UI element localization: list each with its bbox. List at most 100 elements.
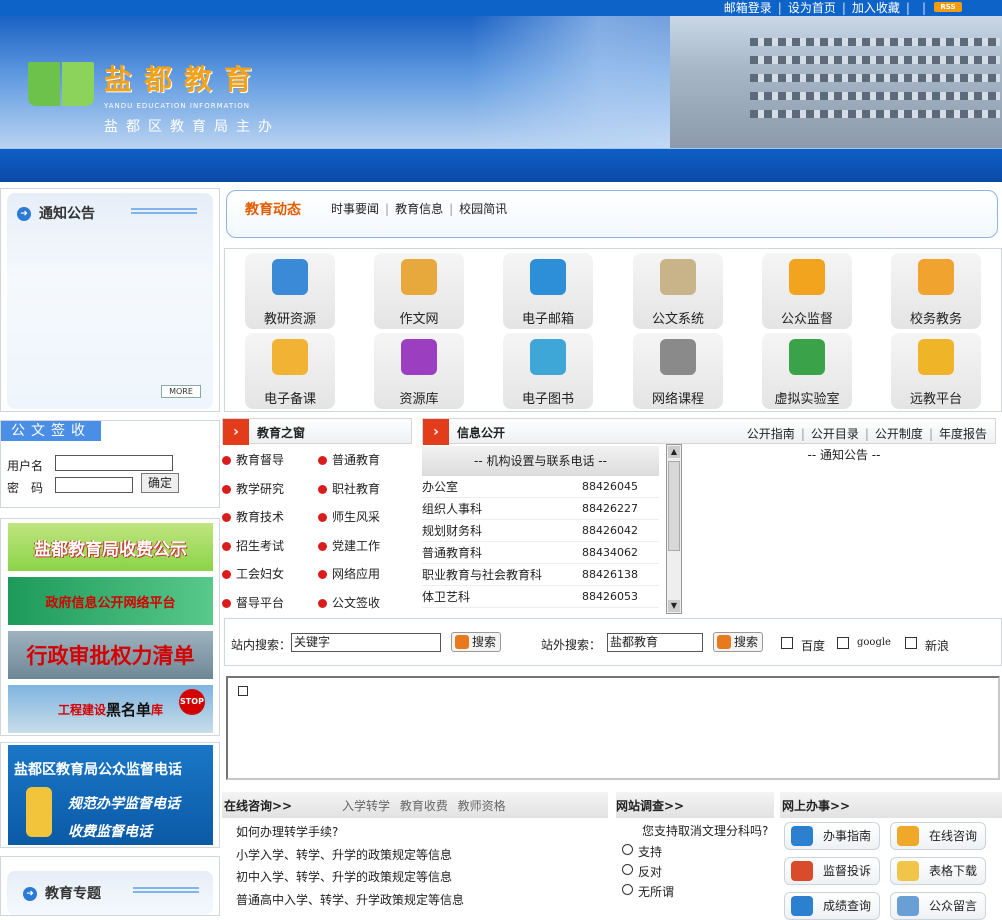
grid-item-0[interactable]: 教研资源 (245, 253, 335, 329)
online-consult-title[interactable]: 在线咨询>> (224, 797, 292, 814)
link-catalog[interactable]: 公开目录 (811, 427, 859, 441)
affairs-button-5[interactable]: 公众留言 (890, 892, 986, 920)
fee-banner[interactable]: 盐都教育局收费公示 (8, 523, 213, 571)
grid-item-11[interactable]: 远教平台 (891, 333, 981, 409)
info-disclosure-title: 信息公开 (457, 426, 506, 440)
grid-item-5[interactable]: 校务教务 (891, 253, 981, 329)
education-link[interactable]: 教育督导 (222, 451, 284, 468)
admin-approval-banner[interactable]: 行政审批权力清单 (8, 631, 213, 679)
consult-tabs[interactable]: 入学转学 教育收费 教师资格 (342, 797, 506, 814)
notice-panel: ➜ 通知公告 MORE (0, 188, 220, 412)
cubes-icon (401, 339, 437, 375)
outside-search-input[interactable]: 盐都教育 (607, 633, 703, 652)
scroll-thumb[interactable] (668, 461, 680, 551)
search-icon (455, 635, 469, 649)
inside-search-button[interactable]: 搜索 (451, 632, 501, 652)
consult-question[interactable]: 小学入学、转学、升学的政策规定等信息 (236, 846, 452, 863)
baidu-checkbox[interactable] (781, 637, 793, 649)
users-icon (918, 339, 954, 375)
pens-icon (401, 259, 437, 295)
grid-item-1[interactable]: 作文网 (374, 253, 464, 329)
education-link[interactable]: 职社教育 (318, 480, 380, 497)
affairs-button-1[interactable]: 在线咨询 (890, 822, 986, 850)
gov-info-banner[interactable]: 政府信息公开网络平台 (8, 577, 213, 625)
grid-item-label: 虚拟实验室 (774, 392, 840, 407)
tab-education-info[interactable]: 教育信息 (395, 202, 443, 216)
dept-phone: 88426227 (582, 502, 638, 515)
film-reel-icon (660, 339, 696, 375)
consult-question[interactable]: 初中入学、转学、升学的政策规定等信息 (236, 868, 452, 885)
username-input[interactable] (55, 455, 173, 471)
grid-item-10[interactable]: 虚拟实验室 (762, 333, 852, 409)
building-photo (670, 16, 1002, 148)
survey-option-neutral-radio[interactable] (622, 884, 633, 895)
online-affairs-title[interactable]: 网上办事>> (782, 797, 850, 814)
education-link[interactable]: 教育技术 (222, 508, 284, 525)
scroll-up-icon[interactable]: ▲ (668, 446, 680, 458)
dept-scrollbar[interactable]: ▲ ▼ (666, 444, 682, 614)
grid-item-6[interactable]: 电子备课 (245, 333, 335, 409)
tab-current-affairs[interactable]: 时事要闻 (331, 202, 379, 216)
education-link[interactable]: 党建工作 (318, 537, 380, 554)
survey-title[interactable]: 网站调查>> (616, 797, 684, 814)
education-window-panel: › 教育之窗 教育督导 普通教育教学研究 职社教育教育技术 师生风采招生考试 党建工作工… (222, 418, 412, 614)
education-link[interactable]: 督导平台 (222, 594, 284, 611)
link-guide[interactable]: 公开指南 (747, 427, 795, 441)
link-annual-report[interactable]: 年度报告 (939, 427, 987, 441)
education-link[interactable]: 师生风采 (318, 508, 380, 525)
affairs-button-3[interactable]: 表格下载 (890, 857, 986, 885)
password-input[interactable] (55, 477, 133, 493)
survey-option-support-radio[interactable] (622, 844, 633, 855)
education-window-header: › 教育之窗 (222, 418, 412, 445)
affairs-button-4[interactable]: 成绩查询 (784, 892, 880, 920)
grid-item-9[interactable]: 网络课程 (633, 333, 723, 409)
dept-name: 普通教育科 (422, 546, 483, 560)
tab-campus-news[interactable]: 校园简讯 (459, 202, 507, 216)
outside-search-button[interactable]: 搜索 (713, 632, 763, 652)
grid-item-3[interactable]: 公文系统 (633, 253, 723, 329)
blacklist-banner[interactable]: 工程建设 黑名单库 STOP (8, 685, 213, 733)
grid-item-2[interactable]: 电子邮箱 (503, 253, 593, 329)
affairs-icon (791, 826, 813, 846)
placeholder-icon (238, 686, 248, 696)
supervise-panel[interactable]: 盐都区教育局公众监督电话 规范办学监督电话 收费监督电话 (0, 742, 220, 848)
more-button[interactable]: MORE (161, 385, 201, 398)
education-link[interactable]: 招生考试 (222, 537, 284, 554)
add-favorite-link[interactable]: 加入收藏 (852, 1, 900, 15)
login-button[interactable]: 确定 (141, 473, 179, 493)
top-links: 邮箱登录 | 设为首页 | 加入收藏 | | (723, 1, 926, 15)
affairs-button-0[interactable]: 办事指南 (784, 822, 880, 850)
topic-title: 教育专题 (45, 886, 101, 902)
inside-search-input[interactable]: 关键字 (291, 633, 441, 652)
grid-item-4[interactable]: 公众监督 (762, 253, 852, 329)
affairs-button-2[interactable]: 监督投诉 (784, 857, 880, 885)
education-link[interactable]: 教学研究 (222, 480, 284, 497)
site-title: 盐都教育 (104, 63, 265, 96)
grid-item-7[interactable]: 资源库 (374, 333, 464, 409)
survey-option-oppose-radio[interactable] (622, 864, 633, 875)
scroll-down-icon[interactable]: ▼ (668, 600, 680, 612)
education-link[interactable]: 工会妇女 (222, 565, 284, 582)
sina-checkbox[interactable] (905, 637, 917, 649)
mail-login-link[interactable]: 邮箱登录 (724, 1, 772, 15)
ebooks-icon (530, 339, 566, 375)
service-icon-grid: 教研资源 作文网 电子邮箱 公文系统 公众监督 校务教务电子备课 资源库 电子图书 网络课程 虚拟… (224, 248, 1002, 412)
affairs-icon (897, 826, 919, 846)
consult-question[interactable]: 普通高中入学、转学、升学政策规定等信息 (236, 891, 464, 908)
blacklist-text-b: 黑名单 (105, 700, 151, 719)
education-link[interactable]: 网络应用 (318, 565, 380, 582)
tab-education-news[interactable]: 教育动态 (245, 199, 301, 219)
online-affairs-header: 网上办事>> (780, 792, 1002, 818)
google-checkbox[interactable] (837, 637, 849, 649)
dept-name: 体卫艺科 (422, 590, 471, 604)
rss-icon[interactable]: RSS (934, 2, 962, 12)
grid-item-8[interactable]: 电子图书 (503, 333, 593, 409)
education-link[interactable]: 普通教育 (318, 451, 380, 468)
notice-title: 通知公告 (39, 206, 95, 222)
link-rules[interactable]: 公开制度 (875, 427, 923, 441)
education-link[interactable]: 公文签收 (318, 594, 380, 611)
consult-question[interactable]: 如何办理转学手续? (236, 823, 338, 840)
set-home-link[interactable]: 设为首页 (788, 1, 836, 15)
grid-item-label: 作文网 (399, 312, 439, 327)
bullet-icon (222, 456, 231, 465)
